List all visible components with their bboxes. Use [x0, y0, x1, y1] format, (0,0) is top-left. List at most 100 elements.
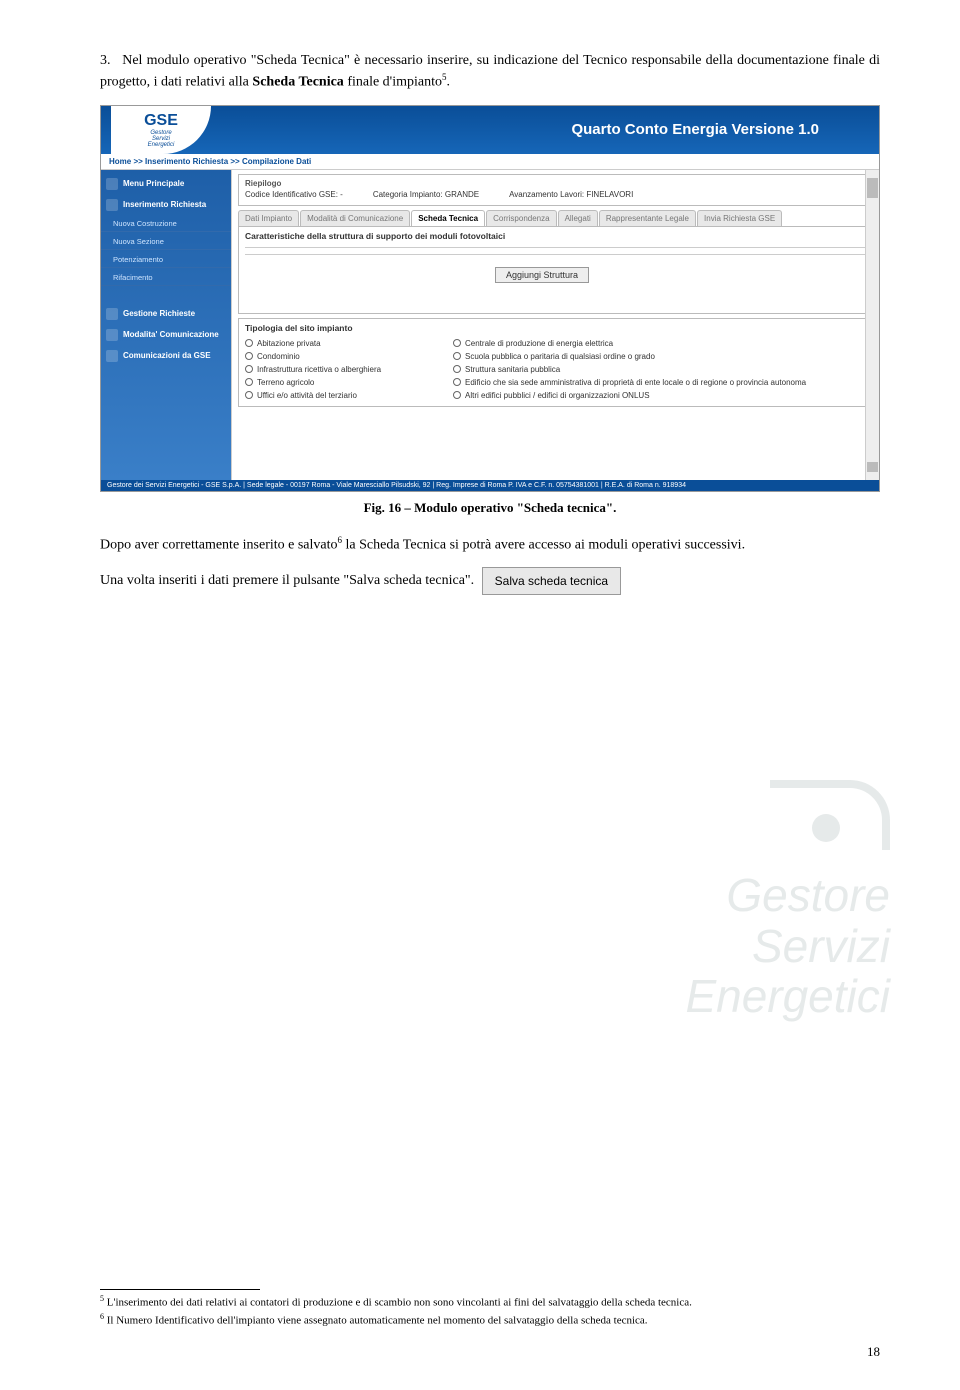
paragraph-1: Dopo aver correttamente inserito e salva… — [100, 534, 880, 556]
radio-option[interactable]: Condominio — [245, 352, 445, 361]
tabs: Dati Impianto Modalità di Comunicazione … — [238, 210, 873, 226]
radio-option[interactable]: Centrale di produzione di energia elettr… — [453, 339, 866, 348]
radio-icon — [245, 391, 253, 399]
watermark-line: Gestore — [685, 870, 890, 921]
sidebar-sub[interactable]: Rifacimento — [101, 270, 231, 286]
radio-icon — [453, 352, 461, 360]
tab-modalita[interactable]: Modalità di Comunicazione — [300, 210, 410, 226]
tipologia-panel: Tipologia del sito impianto Abitazione p… — [238, 318, 873, 407]
tab-invia[interactable]: Invia Richiesta GSE — [697, 210, 782, 226]
para1-b: la Scheda Tecnica si potrà avere accesso… — [342, 537, 745, 552]
radio-icon — [453, 378, 461, 386]
sidebar-label: Gestione Richieste — [123, 309, 195, 318]
banner: GSE Gestore Servizi Energetici Quarto Co… — [101, 106, 879, 154]
footnote-6: 6 Il Numero Identificativo dell'impianto… — [100, 1312, 880, 1328]
sidebar-item-gestione[interactable]: Gestione Richieste — [101, 304, 231, 323]
fn6-text: Il Numero Identificativo dell'impianto v… — [104, 1315, 648, 1327]
fn5-text: L'inserimento dei dati relativi ai conta… — [104, 1297, 692, 1309]
radio-icon — [245, 352, 253, 360]
footnotes: 5 L'inserimento dei dati relativi ai con… — [100, 1289, 880, 1330]
radio-option[interactable]: Edificio che sia sede amministrativa di … — [453, 378, 866, 387]
radio-icon — [245, 378, 253, 386]
sidebar-sub[interactable]: Nuova Costruzione — [101, 216, 231, 232]
sidebar-item-modalita[interactable]: Modalita' Comunicazione — [101, 325, 231, 344]
riepilogo-codice: Codice Identificativo GSE: - — [245, 190, 343, 199]
radio-label: Infrastruttura ricettiva o alberghiera — [257, 365, 381, 374]
radio-label: Terreno agricolo — [257, 378, 314, 387]
sidebar-item-inserimento[interactable]: Inserimento Richiesta — [101, 195, 231, 214]
radio-option[interactable]: Abitazione privata — [245, 339, 445, 348]
sidebar-label: Comunicazioni da GSE — [123, 351, 211, 360]
tab-scheda-tecnica[interactable]: Scheda Tecnica — [411, 210, 485, 226]
watermark-line: Energetici — [685, 971, 890, 1022]
chat-icon — [106, 350, 118, 362]
footnote-5: 5 L'inserimento dei dati relativi ai con… — [100, 1294, 880, 1310]
radio-label: Abitazione privata — [257, 339, 321, 348]
sidebar: Menu Principale Inserimento Richiesta Nu… — [101, 170, 231, 480]
logo-sub3: Energetici — [148, 142, 175, 148]
radio-icon — [245, 339, 253, 347]
radio-option[interactable]: Scuola pubblica o paritaria di qualsiasi… — [453, 352, 866, 361]
sidebar-item-comunicazioni[interactable]: Comunicazioni da GSE — [101, 346, 231, 365]
tab-corrispondenza[interactable]: Corrispondenza — [486, 210, 556, 226]
banner-title: Quarto Conto Energia Versione 1.0 — [571, 121, 819, 138]
radio-option[interactable]: Terreno agricolo — [245, 378, 445, 387]
watermark: Gestore Servizi Energetici — [685, 780, 890, 1022]
intro-text-a: Nel modulo operativo "Scheda Tecnica" è … — [100, 53, 880, 90]
scroll-thumb[interactable] — [867, 178, 878, 198]
tab-dati-impianto[interactable]: Dati Impianto — [238, 210, 299, 226]
sidebar-label: Inserimento Richiesta — [123, 200, 206, 209]
screenshot-figure: GSE Gestore Servizi Energetici Quarto Co… — [100, 105, 880, 492]
main-panel: Riepilogo Codice Identificativo GSE: - C… — [231, 170, 879, 480]
screenshot-footer: Gestore dei Servizi Energetici - GSE S.p… — [101, 480, 879, 491]
aggiungi-struttura-button[interactable]: Aggiungi Struttura — [495, 267, 589, 283]
tab-allegati[interactable]: Allegati — [558, 210, 598, 226]
radio-option[interactable]: Altri edifici pubblici / edifici di orga… — [453, 391, 866, 400]
footnote-rule — [100, 1289, 260, 1290]
riepilogo-categoria: Categoria Impianto: GRANDE — [373, 190, 479, 199]
gse-logo: GSE Gestore Servizi Energetici — [111, 106, 211, 154]
radio-option[interactable]: Struttura sanitaria pubblica — [453, 365, 866, 374]
list-icon — [106, 308, 118, 320]
sidebar-sub[interactable]: Potenziamento — [101, 252, 231, 268]
salva-scheda-button[interactable]: Salva scheda tecnica — [482, 567, 621, 595]
struttura-heading: Caratteristiche della struttura di suppo… — [245, 231, 866, 241]
struttura-panel: Caratteristiche della struttura di suppo… — [238, 226, 873, 314]
radio-icon — [453, 365, 461, 373]
body: Menu Principale Inserimento Richiesta Nu… — [101, 170, 879, 480]
sidebar-item-menu-principale[interactable]: Menu Principale — [101, 174, 231, 193]
riepilogo-fieldset: Riepilogo Codice Identificativo GSE: - C… — [238, 174, 873, 206]
breadcrumb: Home >> Inserimento Richiesta >> Compila… — [101, 154, 879, 170]
radio-icon — [453, 339, 461, 347]
home-icon — [106, 178, 118, 190]
radio-label: Altri edifici pubblici / edifici di orga… — [465, 391, 650, 400]
tipologia-heading: Tipologia del sito impianto — [245, 323, 866, 333]
sidebar-sub[interactable]: Nuova Sezione — [101, 234, 231, 250]
radio-label: Edificio che sia sede amministrativa di … — [465, 378, 806, 387]
page-number: 18 — [867, 1344, 880, 1360]
radio-option[interactable]: Uffici e/o attività del terziario — [245, 391, 445, 400]
figure-caption: Fig. 16 – Modulo operativo "Scheda tecni… — [100, 500, 880, 516]
scroll-thumb[interactable] — [867, 462, 878, 472]
paragraph-2: Una volta inseriti i dati premere il pul… — [100, 567, 880, 595]
radio-option[interactable]: Infrastruttura ricettiva o alberghiera — [245, 365, 445, 374]
para2-text: Una volta inseriti i dati premere il pul… — [100, 574, 474, 589]
radio-label: Scuola pubblica o paritaria di qualsiasi… — [465, 352, 655, 361]
radio-icon — [245, 365, 253, 373]
radio-label: Uffici e/o attività del terziario — [257, 391, 357, 400]
riepilogo-avanzamento: Avanzamento Lavori: FINELAVORI — [509, 190, 633, 199]
radio-label: Condominio — [257, 352, 300, 361]
tab-rappresentante[interactable]: Rappresentante Legale — [599, 210, 696, 226]
sidebar-label: Modalita' Comunicazione — [123, 330, 219, 339]
intro-text-d: . — [446, 75, 450, 90]
riepilogo-title: Riepilogo — [245, 179, 866, 188]
mail-icon — [106, 329, 118, 341]
scrollbar[interactable] — [865, 170, 879, 480]
radio-icon — [453, 391, 461, 399]
watermark-line: Servizi — [685, 921, 890, 972]
radio-label: Centrale di produzione di energia elettr… — [465, 339, 613, 348]
para1-a: Dopo aver correttamente inserito e salva… — [100, 537, 338, 552]
sidebar-label: Menu Principale — [123, 179, 184, 188]
watermark-logo-icon — [770, 780, 890, 850]
logo-text: GSE — [144, 112, 178, 130]
